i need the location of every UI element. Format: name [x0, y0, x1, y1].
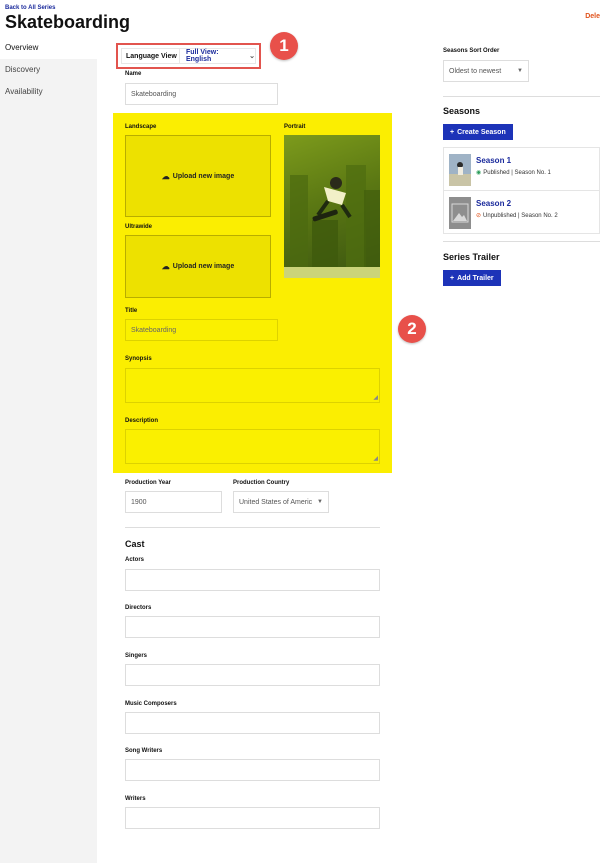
back-to-all-series-link[interactable]: Back to All Series [5, 5, 55, 11]
season-1-status: Published [483, 170, 510, 176]
sidebar: Overview Discovery Availability [0, 37, 97, 863]
divider [443, 241, 600, 242]
landscape-upload[interactable]: ☁ Upload new image [125, 135, 271, 217]
language-view-selector[interactable]: Language View Full View: English ⌄ [121, 48, 256, 64]
music-composers-input[interactable] [125, 712, 380, 734]
callout-badge-1: 1 [270, 32, 298, 60]
writers-input[interactable] [125, 807, 380, 829]
title-input[interactable]: Skateboarding [125, 319, 278, 341]
portrait-label: Portrait [284, 124, 306, 130]
unpublished-icon: ⊘ [476, 213, 482, 219]
dropdown-arrow-icon: ▼ [317, 499, 323, 505]
seasons-title: Seasons [443, 106, 481, 116]
season-1-name[interactable]: Season 1 [476, 156, 511, 165]
divider [125, 527, 380, 528]
published-icon: ◉ [476, 170, 482, 176]
name-input[interactable]: Skateboarding [125, 83, 278, 105]
page-header: Back to All Series Skateboarding Dele [0, 0, 600, 37]
directors-label: Directors [125, 605, 152, 611]
sidebar-item-overview[interactable]: Overview [0, 37, 97, 59]
skateboarder-photo [284, 165, 380, 278]
cast-title: Cast [125, 539, 145, 549]
create-season-label: Create Season [457, 128, 506, 136]
create-season-button[interactable]: + Create Season [443, 124, 513, 140]
divider [443, 96, 600, 97]
production-year-label: Production Year [125, 480, 171, 486]
sidebar-item-discovery[interactable]: Discovery [0, 59, 97, 81]
season-2-name[interactable]: Season 2 [476, 199, 511, 208]
callout-badge-2: 2 [398, 315, 426, 343]
season-1-number: Season No. 1 [514, 170, 551, 176]
upload-cloud-icon: ☁ [161, 262, 170, 271]
synopsis-label: Synopsis [125, 356, 152, 362]
resize-handle-icon[interactable]: ◢ [373, 455, 378, 462]
language-view-value: Full View: English [185, 49, 219, 63]
season-1-meta: ◉ Published | Season No. 1 [476, 169, 551, 176]
seasons-sort-value: Oldest to newest [449, 67, 502, 75]
upload-cloud-icon: ☁ [161, 171, 170, 181]
production-country-select[interactable]: United States of Americ ▼ [233, 491, 329, 513]
writers-label: Writers [125, 796, 146, 802]
delete-link[interactable]: Dele [585, 13, 600, 20]
production-country-value: United States of Americ [239, 498, 313, 506]
description-textarea[interactable]: ◢ [125, 429, 380, 464]
season-2-status: Unpublished [483, 213, 517, 219]
production-country-label: Production Country [233, 480, 290, 486]
chevron-down-icon: ⌄ [249, 53, 255, 60]
music-composers-label: Music Composers [125, 701, 177, 707]
portrait-image[interactable] [284, 135, 380, 278]
actors-label: Actors [125, 557, 145, 563]
resize-handle-icon[interactable]: ◢ [373, 394, 378, 401]
add-trailer-button[interactable]: + Add Trailer [443, 270, 501, 286]
ultrawide-label: Ultrawide [125, 224, 153, 230]
season-1-thumbnail [449, 154, 471, 186]
season-row-1[interactable]: Season 1 ◉ Published | Season No. 1 [443, 147, 600, 191]
series-trailer-title: Series Trailer [443, 252, 500, 262]
song-writers-label: Song Writers [125, 748, 163, 754]
synopsis-textarea[interactable]: ◢ [125, 368, 380, 403]
add-trailer-label: Add Trailer [457, 274, 494, 282]
ultrawide-upload[interactable]: ☁ Upload new image [125, 235, 271, 298]
language-view-label: Language View [122, 49, 180, 63]
song-writers-input[interactable] [125, 759, 380, 781]
image-placeholder-icon [449, 197, 471, 229]
plus-icon: + [450, 274, 455, 282]
landscape-upload-label: Upload new image [172, 172, 235, 180]
singers-input[interactable] [125, 664, 380, 686]
seasons-sort-label: Seasons Sort Order [443, 48, 500, 54]
description-label: Description [125, 418, 159, 424]
seasons-sort-select[interactable]: Oldest to newest ▼ [443, 60, 529, 82]
directors-input[interactable] [125, 616, 380, 638]
ultrawide-upload-label: Upload new image [172, 263, 235, 270]
sidebar-item-availability[interactable]: Availability [0, 81, 97, 103]
season-2-meta: ⊘ Unpublished | Season No. 2 [476, 212, 558, 219]
season-row-2[interactable]: Season 2 ⊘ Unpublished | Season No. 2 [443, 190, 600, 234]
production-year-input[interactable]: 1900 [125, 491, 222, 513]
name-label: Name [125, 71, 142, 77]
language-view-dropdown[interactable]: Full View: English ⌄ [180, 49, 255, 63]
season-2-number: Season No. 2 [521, 213, 558, 219]
dropdown-arrow-icon: ▼ [517, 68, 523, 74]
page-title: Skateboarding [5, 12, 131, 32]
landscape-label: Landscape [125, 124, 157, 130]
language-view-highlight: Language View Full View: English ⌄ [116, 43, 261, 69]
plus-icon: + [450, 128, 455, 136]
singers-label: Singers [125, 653, 148, 659]
actors-input[interactable] [125, 569, 380, 591]
title-label: Title [125, 308, 138, 314]
